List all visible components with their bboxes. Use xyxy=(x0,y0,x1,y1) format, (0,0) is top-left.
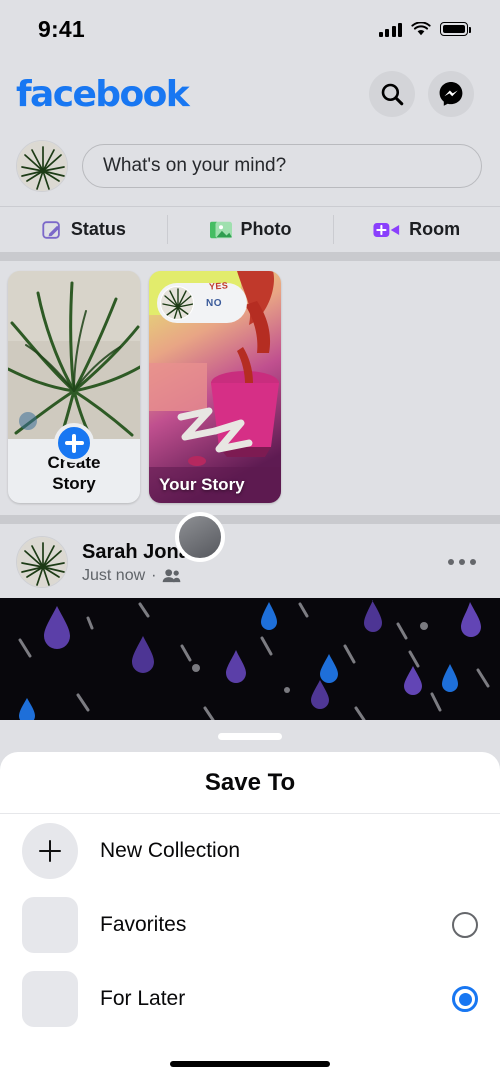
collection-row-for-later[interactable]: For Later xyxy=(0,962,500,1036)
status-bar-time: 9:41 xyxy=(38,15,85,42)
whats-on-your-mind-input[interactable]: What's on your mind? xyxy=(82,144,482,188)
your-story-card[interactable]: YES NO Your Story xyxy=(149,271,281,503)
home-indicator xyxy=(170,1061,330,1067)
search-button[interactable] xyxy=(369,71,415,117)
poll-yes-label: YES xyxy=(208,280,229,292)
header-actions xyxy=(369,71,474,117)
app-header: facebook xyxy=(0,58,500,130)
sheet-title: Save To xyxy=(0,752,500,814)
sticker-avatar xyxy=(160,286,194,320)
post-composer[interactable]: What's on your mind? xyxy=(0,130,500,206)
avatar[interactable] xyxy=(16,140,68,192)
pencil-square-icon xyxy=(42,220,60,239)
your-story-label: Your Story xyxy=(159,475,245,494)
collection-thumbnail xyxy=(22,897,78,953)
poll-no-label: NO xyxy=(206,297,222,309)
video-plus-icon xyxy=(373,222,400,237)
room-button[interactable]: Room xyxy=(333,207,500,252)
facebook-logo: facebook xyxy=(16,73,190,115)
collection-thumbnail xyxy=(22,971,78,1027)
new-collection-label: New Collection xyxy=(100,839,241,862)
avatar-image xyxy=(17,141,67,191)
create-story-thumbnail xyxy=(8,271,140,439)
status-bar-indicators xyxy=(378,21,472,37)
sticker-avatar-image xyxy=(161,287,193,319)
favorites-radio[interactable] xyxy=(452,912,478,938)
poll-sticker[interactable]: NO xyxy=(157,283,247,323)
post-timestamp: Just now xyxy=(82,566,146,584)
save-to-sheet: Save To New Collection Favorites For Lat… xyxy=(0,752,500,1080)
phone-screen: 9:41 facebook What's on your mind? Statu… xyxy=(0,0,500,1080)
create-story-card[interactable]: Create Story xyxy=(8,271,140,503)
composer-placeholder: What's on your mind? xyxy=(103,155,287,176)
new-collection-row[interactable]: New Collection xyxy=(0,814,500,888)
create-story-line2: Story xyxy=(52,474,96,494)
post-avatar-image xyxy=(17,537,67,587)
create-story-plus-button[interactable] xyxy=(54,423,94,463)
status-bar: 9:41 xyxy=(0,0,500,58)
drag-handle-icon[interactable] xyxy=(218,733,282,740)
meta-separator: · xyxy=(151,566,157,584)
drag-touch-indicator[interactable] xyxy=(175,512,225,562)
collection-row-favorites[interactable]: Favorites xyxy=(0,888,500,962)
photo-button[interactable]: Photo xyxy=(166,207,334,252)
stories-carousel[interactable]: Create Story xyxy=(0,261,500,515)
battery-icon xyxy=(440,22,472,36)
status-label: Status xyxy=(70,219,126,239)
post-author-avatar[interactable] xyxy=(16,536,68,588)
photo-icon xyxy=(209,221,232,238)
plant-photo xyxy=(8,271,140,439)
section-divider xyxy=(0,252,500,261)
messenger-icon xyxy=(439,82,463,106)
post-header: Sarah Jonas Just now · xyxy=(0,524,500,598)
section-divider-2 xyxy=(0,515,500,524)
post-author-name[interactable]: Sarah Jonas xyxy=(82,540,428,565)
post-author-info: Sarah Jonas Just now · xyxy=(82,540,428,585)
composer-actions: Status Photo Room xyxy=(0,206,500,252)
status-button[interactable]: Status xyxy=(0,207,167,252)
plus-icon xyxy=(22,823,78,879)
post-meta: Just now · xyxy=(82,567,428,585)
for-later-label: For Later xyxy=(100,987,186,1010)
favorites-label: Favorites xyxy=(100,913,187,936)
post-image-graphic xyxy=(0,598,500,720)
friends-icon xyxy=(163,569,181,583)
messenger-button[interactable] xyxy=(428,71,474,117)
wifi-icon xyxy=(411,21,431,35)
room-label: Room xyxy=(409,219,461,239)
for-later-radio[interactable] xyxy=(452,986,478,1012)
post-image[interactable] xyxy=(0,598,500,720)
search-icon xyxy=(381,83,404,106)
photo-label: Photo xyxy=(240,219,292,239)
post-more-options-button[interactable] xyxy=(442,553,482,571)
signal-bars-icon xyxy=(378,22,402,37)
